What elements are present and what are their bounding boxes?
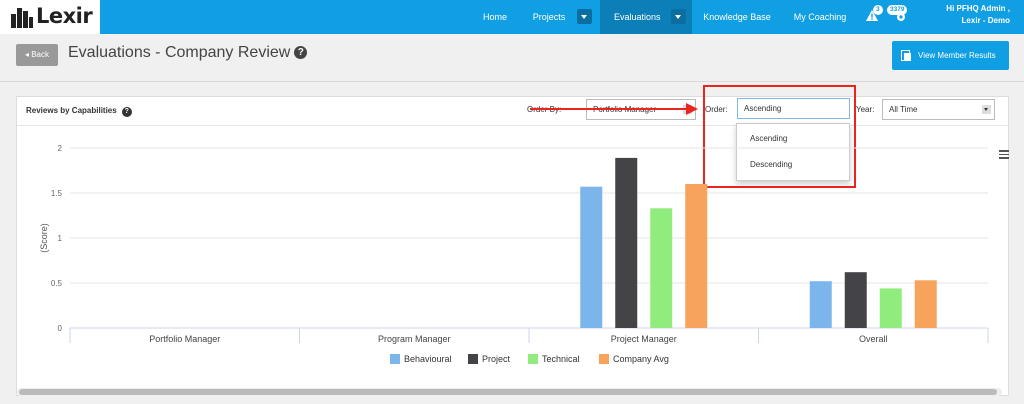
x-tick-label: Overall bbox=[859, 334, 888, 344]
x-tick-label: Project Manager bbox=[611, 334, 677, 344]
bar bbox=[685, 184, 708, 328]
y-axis-label: (Score) bbox=[39, 223, 49, 253]
legend-label: Behavioural bbox=[404, 354, 452, 364]
bar bbox=[650, 208, 673, 328]
bar bbox=[914, 280, 937, 328]
bar bbox=[844, 272, 867, 328]
scrollbar-thumb[interactable] bbox=[19, 389, 997, 395]
y-tick-label: 0.5 bbox=[51, 279, 63, 288]
y-tick-label: 0 bbox=[58, 324, 63, 333]
legend-swatch bbox=[390, 354, 400, 364]
bar bbox=[809, 281, 832, 328]
bar bbox=[879, 288, 902, 328]
capabilities-chart: 0 0.5 1 1.5 2 (Score) Portfolio Manager Program… bbox=[39, 144, 989, 364]
x-tick-label: Program Manager bbox=[378, 334, 451, 344]
legend-label: Project bbox=[482, 354, 511, 364]
legend-label: Company Avg bbox=[613, 354, 669, 364]
y-tick-label: 1.5 bbox=[51, 189, 63, 198]
bar bbox=[580, 186, 603, 328]
y-tick-label: 2 bbox=[58, 144, 63, 153]
legend-swatch bbox=[528, 354, 538, 364]
legend-swatch bbox=[599, 354, 609, 364]
y-tick-label: 1 bbox=[58, 234, 63, 243]
bar bbox=[615, 157, 638, 328]
x-tick-label: Portfolio Manager bbox=[149, 334, 220, 344]
legend-label: Technical bbox=[542, 354, 580, 364]
legend-swatch bbox=[468, 354, 478, 364]
